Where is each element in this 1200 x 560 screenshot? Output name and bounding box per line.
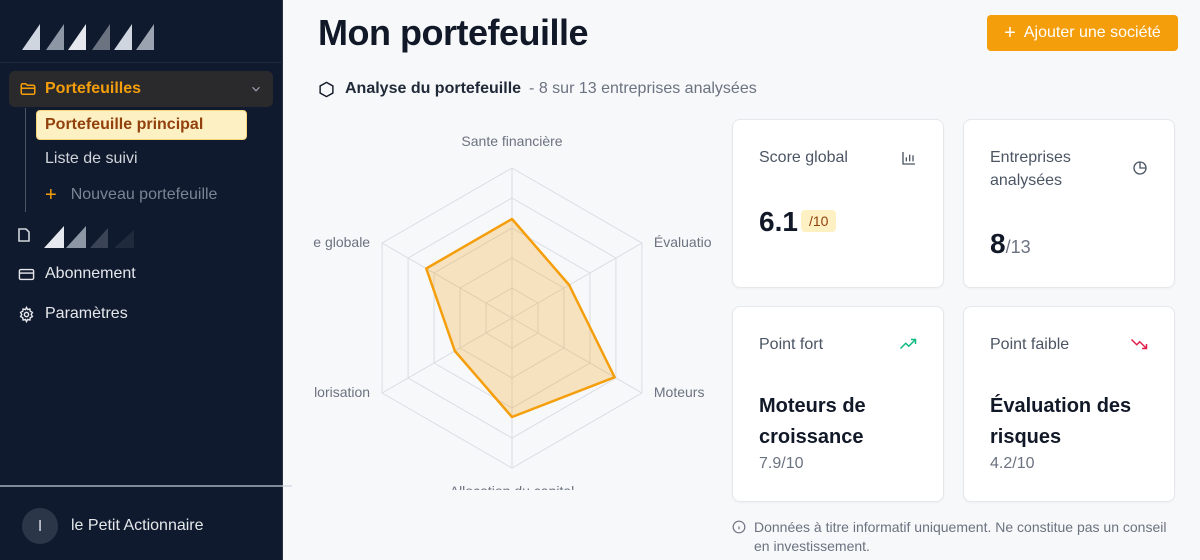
weak-point-score: 4.2/10 — [990, 455, 1035, 472]
logo — [18, 20, 158, 52]
radar-axis-label: Sante financière — [461, 133, 562, 149]
weak-point-line1: Évaluation des — [990, 395, 1132, 417]
trending-down-icon — [1130, 338, 1148, 350]
document-icon[interactable] — [17, 227, 31, 243]
sidebar-item-parametres[interactable]: Paramètres — [18, 305, 128, 323]
analyzed-total: /13 — [1005, 237, 1031, 257]
sidebar-item-label: Paramètres — [45, 305, 128, 322]
card-title: Score global — [759, 149, 848, 166]
analyzed-companies-card: Entreprises analysées 8/13 — [963, 119, 1175, 288]
radar-svg: Sante financière Évaluatio Moteurs Allocati… — [313, 133, 712, 490]
radar-chart: Sante financière Évaluatio Moteurs Allocati… — [300, 130, 720, 490]
radar-series-area — [425, 217, 616, 419]
sidebar-item-abonnement[interactable]: Abonnement — [18, 265, 136, 283]
analyzed-count: 8/13 — [990, 228, 1031, 260]
user-profile[interactable]: l le Petit Actionnaire — [22, 508, 204, 544]
hexagon-icon — [319, 81, 334, 97]
add-company-label: Ajouter une société — [1023, 24, 1161, 41]
analysis-header: Analyse du portefeuille - 8 sur 13 entre… — [318, 80, 757, 98]
sidebar-item-portefeuille-principal[interactable]: Portefeuille principal — [36, 110, 247, 140]
disclaimer-line2: en investissement. — [754, 538, 870, 554]
analysis-title: Analyse du portefeuille — [345, 80, 522, 97]
score-value: 6.1 — [759, 206, 798, 237]
add-company-button[interactable]: + Ajouter une société — [987, 15, 1178, 51]
strong-point-card: Point fort Moteurs de croissance 7.9/10 — [732, 306, 944, 502]
card-title: Point faible — [990, 336, 1070, 353]
card-title: Entreprises analysées — [990, 146, 1071, 192]
radar-axis-label: lorisation — [314, 384, 370, 400]
new-portfolio-label: Nouveau portefeuille — [70, 186, 218, 203]
redacted-nav-item[interactable] — [44, 226, 154, 248]
strong-point-name: Moteurs de croissance — [759, 391, 939, 453]
sidebar-item-liste-de-suivi[interactable]: Liste de suivi — [45, 150, 138, 168]
plus-icon: + — [1004, 22, 1016, 44]
chevron-down-icon[interactable] — [249, 82, 263, 96]
analysis-subtitle: - 8 sur 13 entreprises analysées — [529, 80, 757, 97]
disclaimer-line1: Données à titre informatif uniquement. N… — [754, 519, 1167, 535]
analyzed-value: 8 — [990, 228, 1006, 259]
sidebar-item-label: Abonnement — [45, 265, 136, 282]
user-name: le Petit Actionnaire — [71, 517, 204, 534]
weak-point-line2: risques — [990, 426, 1062, 448]
sidebar-group-label: Portefeuilles — [45, 80, 142, 97]
card-title-line1: Entreprises — [990, 149, 1071, 166]
card-title-line2: analysées — [990, 172, 1063, 189]
strong-point-score: 7.9/10 — [759, 455, 804, 472]
submenu-line — [25, 108, 26, 212]
new-portfolio-button[interactable]: + Nouveau portefeuille — [45, 184, 218, 206]
strong-point-line2: croissance — [759, 426, 864, 448]
sidebar-bottom-divider — [0, 485, 292, 487]
radar-axis-label: e globale — [313, 234, 370, 250]
sidebar-group-portefeuilles[interactable]: Portefeuilles — [9, 71, 273, 107]
avatar: l — [22, 508, 58, 544]
score-global-card: Score global 6.1 /10 — [732, 119, 944, 288]
page-title: Mon portefeuille — [318, 12, 589, 53]
disclaimer-text: Données à titre informatif uniquement. N… — [754, 518, 1166, 556]
credit-card-icon — [18, 268, 35, 280]
pie-chart-icon — [1133, 161, 1147, 175]
radar-axis-label: Évaluatio — [654, 234, 712, 250]
gear-icon — [19, 305, 34, 323]
bar-chart-icon — [902, 152, 915, 165]
weak-point-card: Point faible Évaluation des risques 4.2/… — [963, 306, 1175, 502]
radar-axis-label: Moteurs — [654, 384, 705, 400]
radar-axis-label: Allocation du capital — [450, 483, 575, 490]
weak-point-name: Évaluation des risques — [990, 391, 1170, 453]
card-title: Point fort — [759, 336, 824, 353]
folder-icon — [20, 83, 36, 95]
score-badge: /10 — [801, 210, 837, 232]
strong-point-line1: Moteurs de — [759, 395, 866, 417]
plus-icon: + — [45, 184, 57, 206]
disclaimer: Données à titre informatif uniquement. N… — [732, 518, 1182, 556]
sidebar: Portefeuilles Portefeuille principal Lis… — [0, 0, 292, 560]
info-icon — [732, 520, 746, 534]
sidebar-divider — [0, 62, 283, 63]
trending-up-icon — [899, 338, 917, 350]
